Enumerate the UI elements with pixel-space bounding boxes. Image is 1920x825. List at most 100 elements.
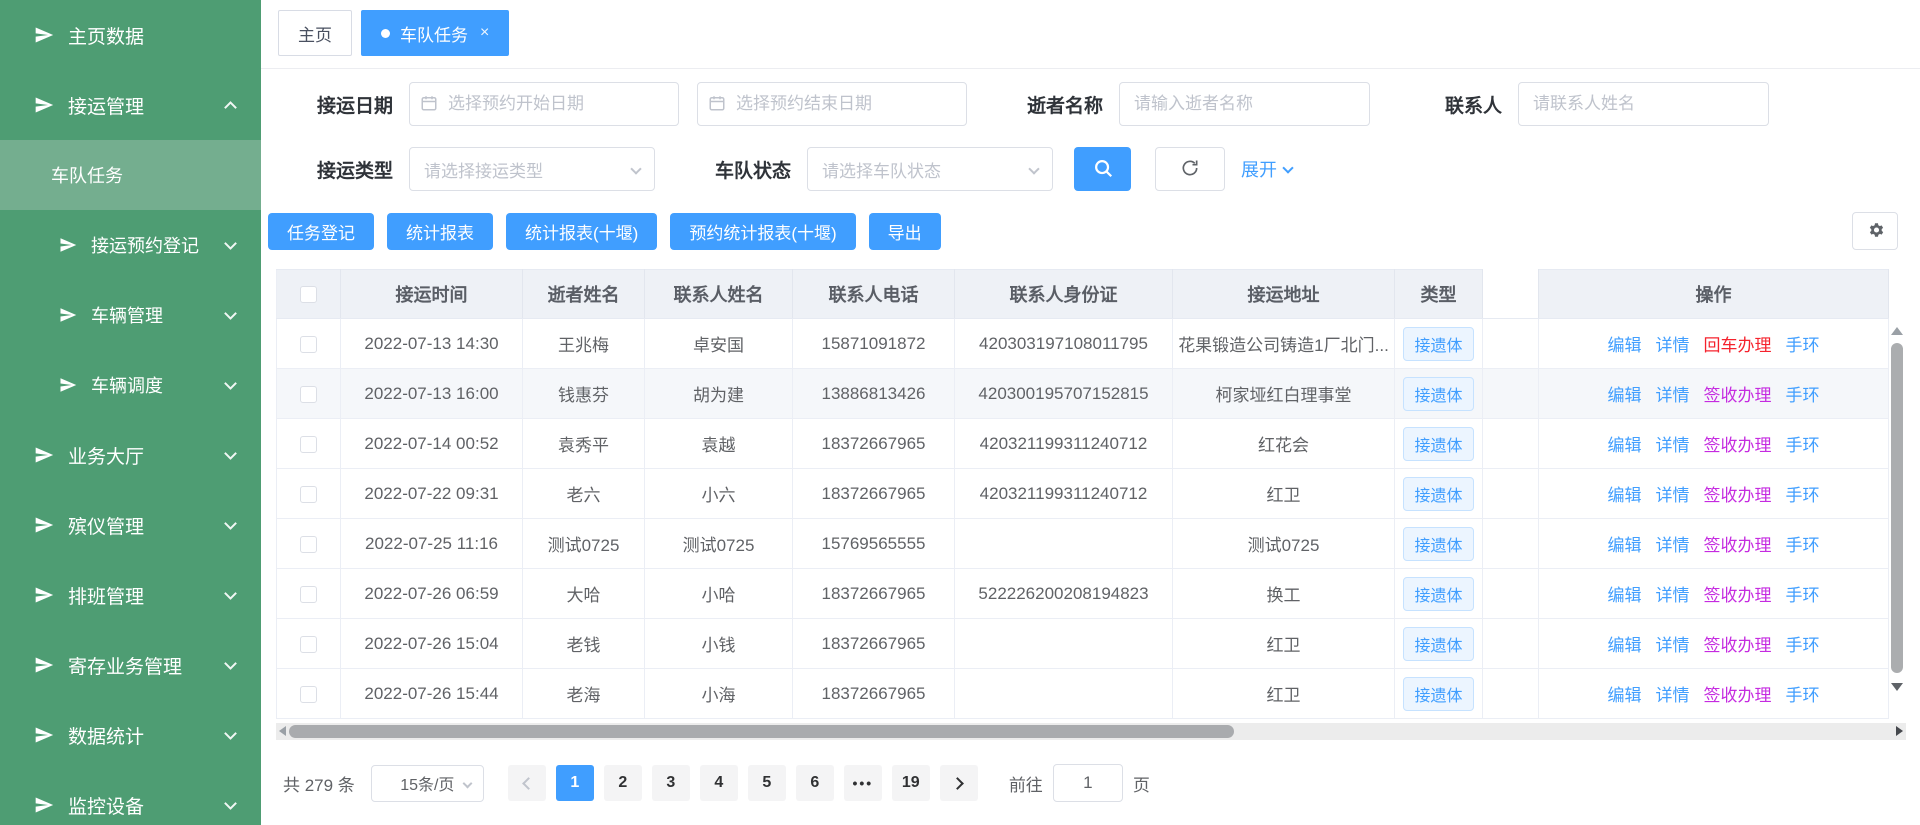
sidebar-item[interactable]: 排班管理 — [0, 560, 261, 630]
detail-link[interactable]: 详情 — [1656, 586, 1690, 605]
cell-phone: 15769565555 — [793, 519, 955, 569]
edit-link[interactable]: 编辑 — [1608, 686, 1642, 705]
bracelet-link[interactable]: 手环 — [1786, 486, 1820, 505]
page-size-select[interactable]: 15条/页 — [371, 765, 484, 802]
horizontal-scrollbar[interactable] — [276, 723, 1906, 740]
toolbar-button[interactable]: 导出 — [869, 213, 941, 250]
page-ellipsis[interactable]: ••• — [844, 765, 882, 801]
page-button[interactable]: 2 — [604, 765, 642, 801]
bracelet-link[interactable]: 手环 — [1786, 636, 1820, 655]
detail-link[interactable]: 详情 — [1656, 436, 1690, 455]
deceased-name-label: 逝者名称 — [1027, 91, 1103, 118]
edit-link[interactable]: 编辑 — [1608, 436, 1642, 455]
goto-page-input[interactable] — [1053, 764, 1123, 802]
prev-page-button[interactable] — [508, 765, 546, 801]
process-link[interactable]: 回车办理 — [1704, 336, 1772, 355]
process-link[interactable]: 签收办理 — [1704, 636, 1772, 655]
edit-link[interactable]: 编辑 — [1608, 336, 1642, 355]
sidebar-item[interactable]: 寄存业务管理 — [0, 630, 261, 700]
deceased-name-input[interactable] — [1119, 82, 1370, 126]
row-checkbox[interactable] — [300, 436, 317, 453]
toolbar-button[interactable]: 任务登记 — [268, 213, 374, 250]
select-all-checkbox[interactable] — [300, 286, 317, 303]
tab-active[interactable]: 车队任务× — [361, 10, 509, 56]
scroll-down-icon[interactable] — [1891, 683, 1903, 691]
toolbar-button[interactable]: 统计报表(十堰) — [506, 213, 657, 250]
cell-type: 接遗体 — [1395, 319, 1483, 369]
horizontal-scrollbar-thumb[interactable] — [289, 725, 1234, 738]
goto-label: 前往 — [1009, 771, 1043, 796]
row-checkbox[interactable] — [300, 486, 317, 503]
process-link[interactable]: 签收办理 — [1704, 586, 1772, 605]
row-checkbox[interactable] — [300, 636, 317, 653]
page-button[interactable]: 6 — [796, 765, 834, 801]
sidebar-item[interactable]: 车辆管理 — [0, 280, 261, 350]
detail-link[interactable]: 详情 — [1656, 486, 1690, 505]
vertical-scrollbar-thumb[interactable] — [1891, 343, 1903, 673]
bracelet-link[interactable]: 手环 — [1786, 336, 1820, 355]
detail-link[interactable]: 详情 — [1656, 336, 1690, 355]
edit-link[interactable]: 编辑 — [1608, 586, 1642, 605]
process-link[interactable]: 签收办理 — [1704, 436, 1772, 455]
process-link[interactable]: 签收办理 — [1704, 686, 1772, 705]
column-header: 联系人身份证 — [955, 270, 1173, 319]
detail-link[interactable]: 详情 — [1656, 536, 1690, 555]
edit-link[interactable]: 编辑 — [1608, 486, 1642, 505]
date-end-input[interactable] — [697, 82, 967, 126]
sidebar-item[interactable]: 接运预约登记 — [0, 210, 261, 280]
tab-item[interactable]: 主页 — [278, 10, 352, 56]
pickup-type-select[interactable]: 请选择接运类型 — [409, 147, 655, 191]
date-start-input[interactable] — [409, 82, 679, 126]
toolbar-button[interactable]: 统计报表 — [387, 213, 493, 250]
bracelet-link[interactable]: 手环 — [1786, 686, 1820, 705]
page-button[interactable]: 1 — [556, 765, 594, 801]
row-checkbox[interactable] — [300, 586, 317, 603]
sidebar-item[interactable]: 车辆调度 — [0, 350, 261, 420]
detail-link[interactable]: 详情 — [1656, 386, 1690, 405]
bracelet-link[interactable]: 手环 — [1786, 536, 1820, 555]
scroll-up-icon[interactable] — [1891, 327, 1903, 335]
scroll-left-icon[interactable] — [279, 726, 286, 736]
sidebar-item[interactable]: 殡仪管理 — [0, 490, 261, 560]
sidebar-item[interactable]: 监控设备 — [0, 770, 261, 825]
process-link[interactable]: 签收办理 — [1704, 386, 1772, 405]
next-page-button[interactable] — [940, 765, 978, 801]
close-icon[interactable]: × — [480, 25, 489, 41]
row-checkbox[interactable] — [300, 536, 317, 553]
bracelet-link[interactable]: 手环 — [1786, 386, 1820, 405]
expand-link[interactable]: 展开 — [1241, 156, 1292, 182]
scroll-right-icon[interactable] — [1896, 726, 1903, 736]
toolbar-button[interactable]: 预约统计报表(十堰) — [670, 213, 855, 250]
fleet-status-select[interactable]: 请选择车队状态 — [807, 147, 1053, 191]
sidebar-item[interactable]: 业务大厅 — [0, 420, 261, 490]
edit-link[interactable]: 编辑 — [1608, 386, 1642, 405]
row-checkbox[interactable] — [300, 336, 317, 353]
detail-link[interactable]: 详情 — [1656, 636, 1690, 655]
sidebar-item[interactable]: 数据统计 — [0, 700, 261, 770]
detail-link[interactable]: 详情 — [1656, 686, 1690, 705]
date-filter-label: 接运日期 — [317, 91, 393, 118]
search-button[interactable] — [1074, 147, 1131, 191]
process-link[interactable]: 签收办理 — [1704, 486, 1772, 505]
process-link[interactable]: 签收办理 — [1704, 536, 1772, 555]
row-checkbox[interactable] — [300, 686, 317, 703]
sidebar-item[interactable]: 车队任务 — [0, 140, 261, 210]
sidebar-item[interactable]: 接运管理 — [0, 70, 261, 140]
refresh-button[interactable] — [1155, 147, 1225, 191]
page-button[interactable]: 3 — [652, 765, 690, 801]
cell-id-card — [955, 519, 1173, 569]
page-button[interactable]: 4 — [700, 765, 738, 801]
edit-link[interactable]: 编辑 — [1608, 536, 1642, 555]
bracelet-link[interactable]: 手环 — [1786, 586, 1820, 605]
sidebar-item[interactable]: 主页数据 — [0, 0, 261, 70]
vertical-scrollbar[interactable] — [1888, 319, 1906, 727]
column-settings-button[interactable] — [1852, 212, 1898, 250]
sidebar-item-label: 排班管理 — [68, 582, 144, 609]
contact-name-input[interactable] — [1518, 82, 1769, 126]
page-button[interactable]: 5 — [748, 765, 786, 801]
edit-link[interactable]: 编辑 — [1608, 636, 1642, 655]
table-row: 2022-07-26 06:59大哈小哈18372667965522226200… — [277, 569, 1889, 619]
page-button[interactable]: 19 — [892, 765, 930, 801]
bracelet-link[interactable]: 手环 — [1786, 436, 1820, 455]
row-checkbox[interactable] — [300, 386, 317, 403]
